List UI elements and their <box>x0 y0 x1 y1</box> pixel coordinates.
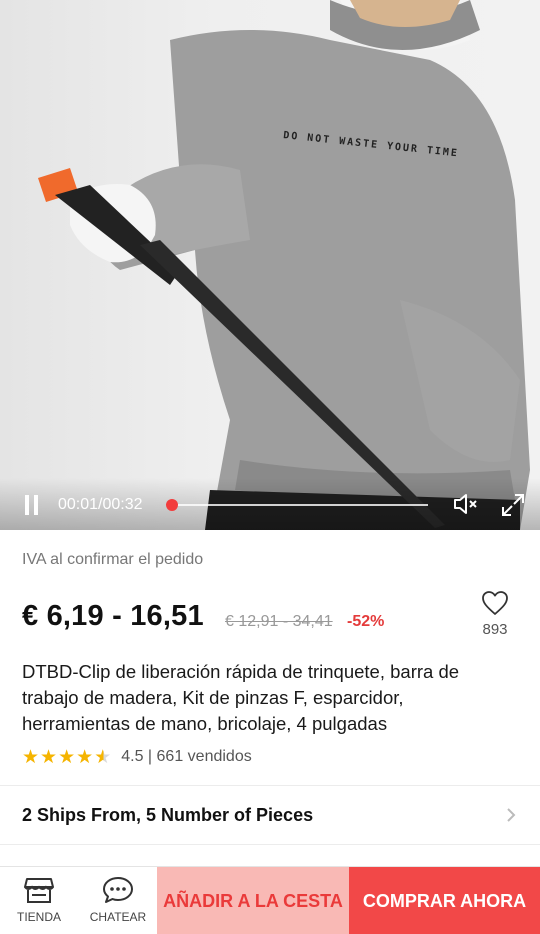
fullscreen-icon[interactable] <box>500 492 526 518</box>
specs-text: 2 Ships From, 5 Number of Pieces <box>22 805 314 825</box>
original-price: € 12,91 - 34,41 <box>225 613 333 630</box>
chat-label: CHATEAR <box>89 910 147 924</box>
video-progress-track[interactable] <box>170 504 428 506</box>
price-range: € 6,19 - 16,51 <box>22 600 204 632</box>
product-title: DTBD-Clip de liberación rápida de trinqu… <box>22 661 460 734</box>
rating-stars: ★ ★ ★ ★ ★ <box>22 748 111 767</box>
video-frame: DO NOT WASTE YOUR TIME <box>38 0 530 530</box>
star-icon: ★ <box>58 746 76 768</box>
chat-icon <box>103 877 133 903</box>
product-video[interactable]: DO NOT WASTE YOUR TIME 00:01/00:32 <box>0 0 540 530</box>
bottom-action-bar: TIENDA CHATEAR AÑADIR A LA CESTA COMPRAR… <box>0 866 540 934</box>
star-icon: ★ <box>22 746 40 768</box>
add-to-cart-button[interactable]: AÑADIR A LA CESTA <box>157 867 349 934</box>
star-icon: ★ <box>76 746 94 768</box>
chat-tab[interactable]: CHATEAR <box>79 867 157 934</box>
video-time: 00:01/00:32 <box>58 496 143 513</box>
video-controls: 00:01/00:32 <box>0 478 540 530</box>
store-label: TIENDA <box>16 910 61 924</box>
divider <box>0 844 540 845</box>
mute-icon[interactable] <box>452 492 480 516</box>
wishlist-button[interactable]: 893 <box>472 590 518 646</box>
heart-icon <box>482 591 508 615</box>
chevron-right-icon <box>507 808 516 822</box>
buy-now-button[interactable]: COMPRAR AHORA <box>349 867 540 934</box>
vat-note: IVA al confirmar el pedido <box>22 551 204 568</box>
discount-badge: -52% <box>347 613 385 630</box>
store-icon <box>24 878 54 903</box>
star-icon: ★ <box>40 746 58 768</box>
store-tab[interactable]: TIENDA <box>0 867 78 934</box>
rating-sales-text: 4.5 | 661 vendidos <box>121 748 252 765</box>
rating-row[interactable]: ★ ★ ★ ★ ★ 4.5 | 661 vendidos <box>22 746 252 768</box>
pause-icon[interactable] <box>24 495 40 515</box>
star-half-icon: ★ <box>94 746 112 768</box>
specs-selector[interactable]: 2 Ships From, 5 Number of Pieces <box>0 786 540 844</box>
wishlist-count: 893 <box>482 621 508 638</box>
video-progress-knob[interactable] <box>166 499 178 511</box>
